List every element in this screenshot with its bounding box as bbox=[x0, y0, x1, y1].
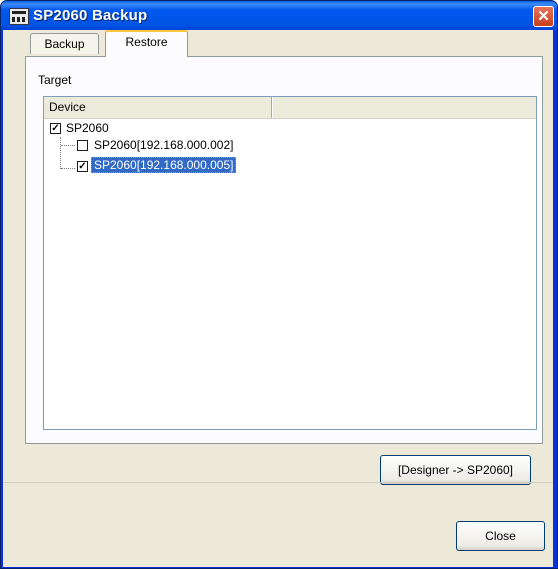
designer-to-sp2060-button[interactable]: [Designer -> SP2060] bbox=[380, 455, 531, 485]
column-header-blank[interactable] bbox=[272, 97, 537, 118]
checkbox-sp2060[interactable]: ✓ bbox=[50, 123, 61, 134]
list-header: Device bbox=[44, 97, 536, 119]
close-button-label: Close bbox=[485, 529, 516, 543]
close-button[interactable]: Close bbox=[456, 521, 545, 551]
close-window-icon[interactable]: ✕ bbox=[533, 6, 554, 27]
tree-line bbox=[61, 145, 75, 146]
tree-line bbox=[60, 137, 61, 169]
item-label: SP2060[192.168.000.002] bbox=[94, 138, 234, 152]
item-label: SP2060 bbox=[66, 121, 109, 135]
tab-backup[interactable]: Backup bbox=[30, 33, 99, 54]
column-header-device[interactable]: Device bbox=[44, 97, 272, 118]
designer-to-sp2060-label: [Designer -> SP2060] bbox=[397, 463, 514, 477]
tree-line bbox=[61, 168, 75, 169]
separator bbox=[3, 482, 553, 483]
item-label-selected: SP2060[192.168.000.005] bbox=[91, 157, 237, 173]
list-item[interactable]: SP2060 bbox=[66, 119, 109, 137]
device-list[interactable]: Device ✓ SP2060 SP2060[192.168.000.002] … bbox=[43, 96, 537, 430]
tab-backup-label: Backup bbox=[44, 37, 85, 51]
dme-app-icon bbox=[9, 8, 29, 25]
window-title: SP2060 Backup bbox=[33, 7, 148, 24]
list-item[interactable]: SP2060[192.168.000.002] bbox=[94, 136, 233, 154]
checkbox-sp2060-002[interactable] bbox=[77, 140, 88, 151]
tab-restore-label: Restore bbox=[125, 35, 168, 49]
checkbox-sp2060-005[interactable]: ✓ bbox=[77, 161, 88, 172]
title-bar[interactable]: SP2060 Backup ✕ bbox=[1, 1, 557, 31]
list-item[interactable]: SP2060[192.168.000.005] bbox=[91, 156, 237, 174]
tab-restore[interactable]: Restore bbox=[105, 30, 188, 57]
target-label: Target bbox=[38, 73, 72, 87]
